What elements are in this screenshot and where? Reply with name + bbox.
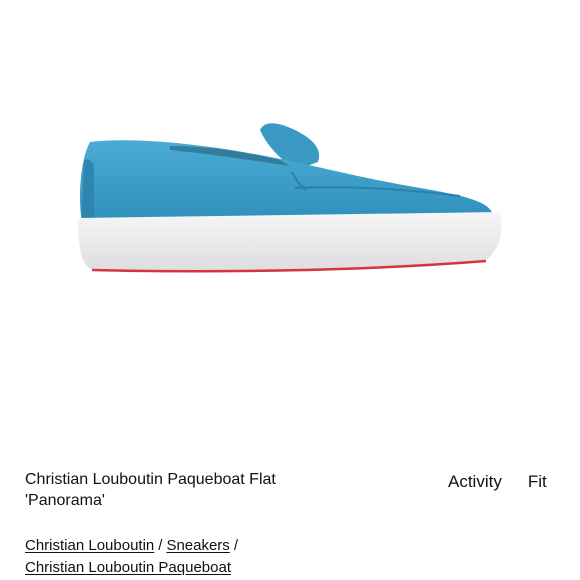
breadcrumb-link-brand[interactable]: Christian Louboutin xyxy=(25,537,154,554)
tab-activity[interactable]: Activity xyxy=(448,472,502,492)
product-tabs: Activity Fit xyxy=(448,472,547,492)
breadcrumb: Christian Louboutin / Sneakers / Christian L… xyxy=(25,535,365,579)
breadcrumb-link-category[interactable]: Sneakers xyxy=(166,537,229,554)
breadcrumb-separator: / xyxy=(233,537,238,554)
product-image xyxy=(78,123,502,273)
product-title: Christian Louboutin Paqueboat Flat 'Pano… xyxy=(25,471,276,509)
breadcrumb-separator: / xyxy=(158,537,163,554)
tab-fit[interactable]: Fit xyxy=(528,472,547,492)
breadcrumb-link-product-line[interactable]: Christian Louboutin Paqueboat xyxy=(25,559,231,576)
